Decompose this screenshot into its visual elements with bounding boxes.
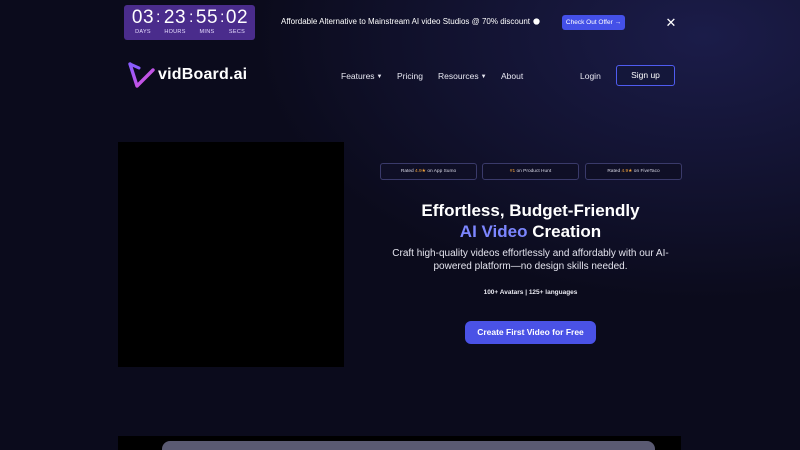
- rating-badge-fivetaco[interactable]: Rated 4.9★ on FiveTaco: [585, 163, 682, 180]
- countdown-days-label: DAYS: [135, 29, 151, 35]
- hero-title-rest: Creation: [527, 222, 602, 241]
- nav-item-label: About: [501, 71, 524, 81]
- promo-message-text: Affordable Alternative to Mainstream AI …: [281, 17, 530, 26]
- badge-suffix: on Product Hunt: [515, 169, 552, 174]
- hundred-points-icon: [533, 18, 540, 25]
- badge-suffix: on App Sumo: [425, 169, 457, 174]
- countdown-mins-value: 55: [195, 7, 219, 28]
- signup-button[interactable]: Sign up: [616, 65, 675, 86]
- badge-prefix: Rated: [607, 169, 622, 174]
- hero-title-line1: Effortless, Budget-Friendly: [421, 201, 640, 220]
- nav-item-label: Pricing: [397, 71, 423, 81]
- countdown-hours-value: 23: [163, 7, 187, 28]
- countdown-days-value: 03: [131, 7, 155, 28]
- promo-bar: 03 DAYS : 23 HOURS : 55 MINS : 02 SECS A…: [0, 0, 800, 46]
- countdown-mins: 55 MINS: [194, 8, 220, 36]
- badge-suffix: on FiveTaco: [632, 169, 660, 174]
- badge-prefix: Rated: [400, 169, 415, 174]
- nav-item-resources[interactable]: Resources ▼: [438, 71, 487, 83]
- countdown-secs-label: SECS: [228, 29, 246, 35]
- nav-item-pricing[interactable]: Pricing: [397, 71, 423, 82]
- hero-subtitle: Craft high-quality videos effortlessly a…: [392, 248, 669, 272]
- bottom-preview-bar: [162, 441, 655, 450]
- close-icon[interactable]: ✕: [665, 16, 677, 30]
- create-first-video-button[interactable]: Create First Video for Free: [465, 321, 596, 344]
- countdown-secs-value: 02: [225, 7, 249, 28]
- countdown-timer: 03 DAYS : 23 HOURS : 55 MINS : 02 SECS: [124, 5, 255, 40]
- promo-message: Affordable Alternative to Mainstream AI …: [281, 17, 540, 27]
- nav-item-about[interactable]: About: [501, 71, 523, 82]
- countdown-secs: 02 SECS: [224, 8, 250, 36]
- login-link[interactable]: Login: [580, 71, 601, 82]
- countdown-separator: :: [189, 9, 194, 26]
- hero-video-player[interactable]: [118, 142, 344, 367]
- rating-badge-appsumo[interactable]: Rated 4.9★ on App Sumo: [380, 163, 477, 180]
- countdown-hours-label: HOURS: [164, 29, 186, 35]
- nav-item-features[interactable]: Features ▼: [341, 71, 383, 83]
- hero-title: Effortless, Budget-Friendly AI Video Cre…: [380, 200, 681, 242]
- hero-title-accent: AI Video: [459, 222, 528, 241]
- logo-wordmark[interactable]: vidBoard.ai: [158, 66, 247, 84]
- countdown-separator: :: [156, 9, 161, 26]
- hero-stats: 100+ Avatars | 125+ languages: [483, 289, 578, 296]
- countdown-hours: 23 HOURS: [162, 8, 188, 36]
- rating-badge-producthunt[interactable]: #1 on Product Hunt: [482, 163, 579, 180]
- check-out-offer-button[interactable]: Check Out Offer →: [562, 15, 625, 30]
- countdown-days: 03 DAYS: [130, 8, 156, 36]
- chevron-down-icon: ▼: [480, 74, 487, 80]
- countdown-mins-label: MINS: [199, 29, 215, 35]
- chevron-down-icon: ▼: [376, 74, 383, 80]
- nav-item-label: Features: [341, 71, 375, 81]
- badge-rating: 4.9: [415, 169, 422, 174]
- nav-item-label: Resources: [438, 71, 479, 81]
- vidboard-logo-icon[interactable]: [127, 62, 155, 88]
